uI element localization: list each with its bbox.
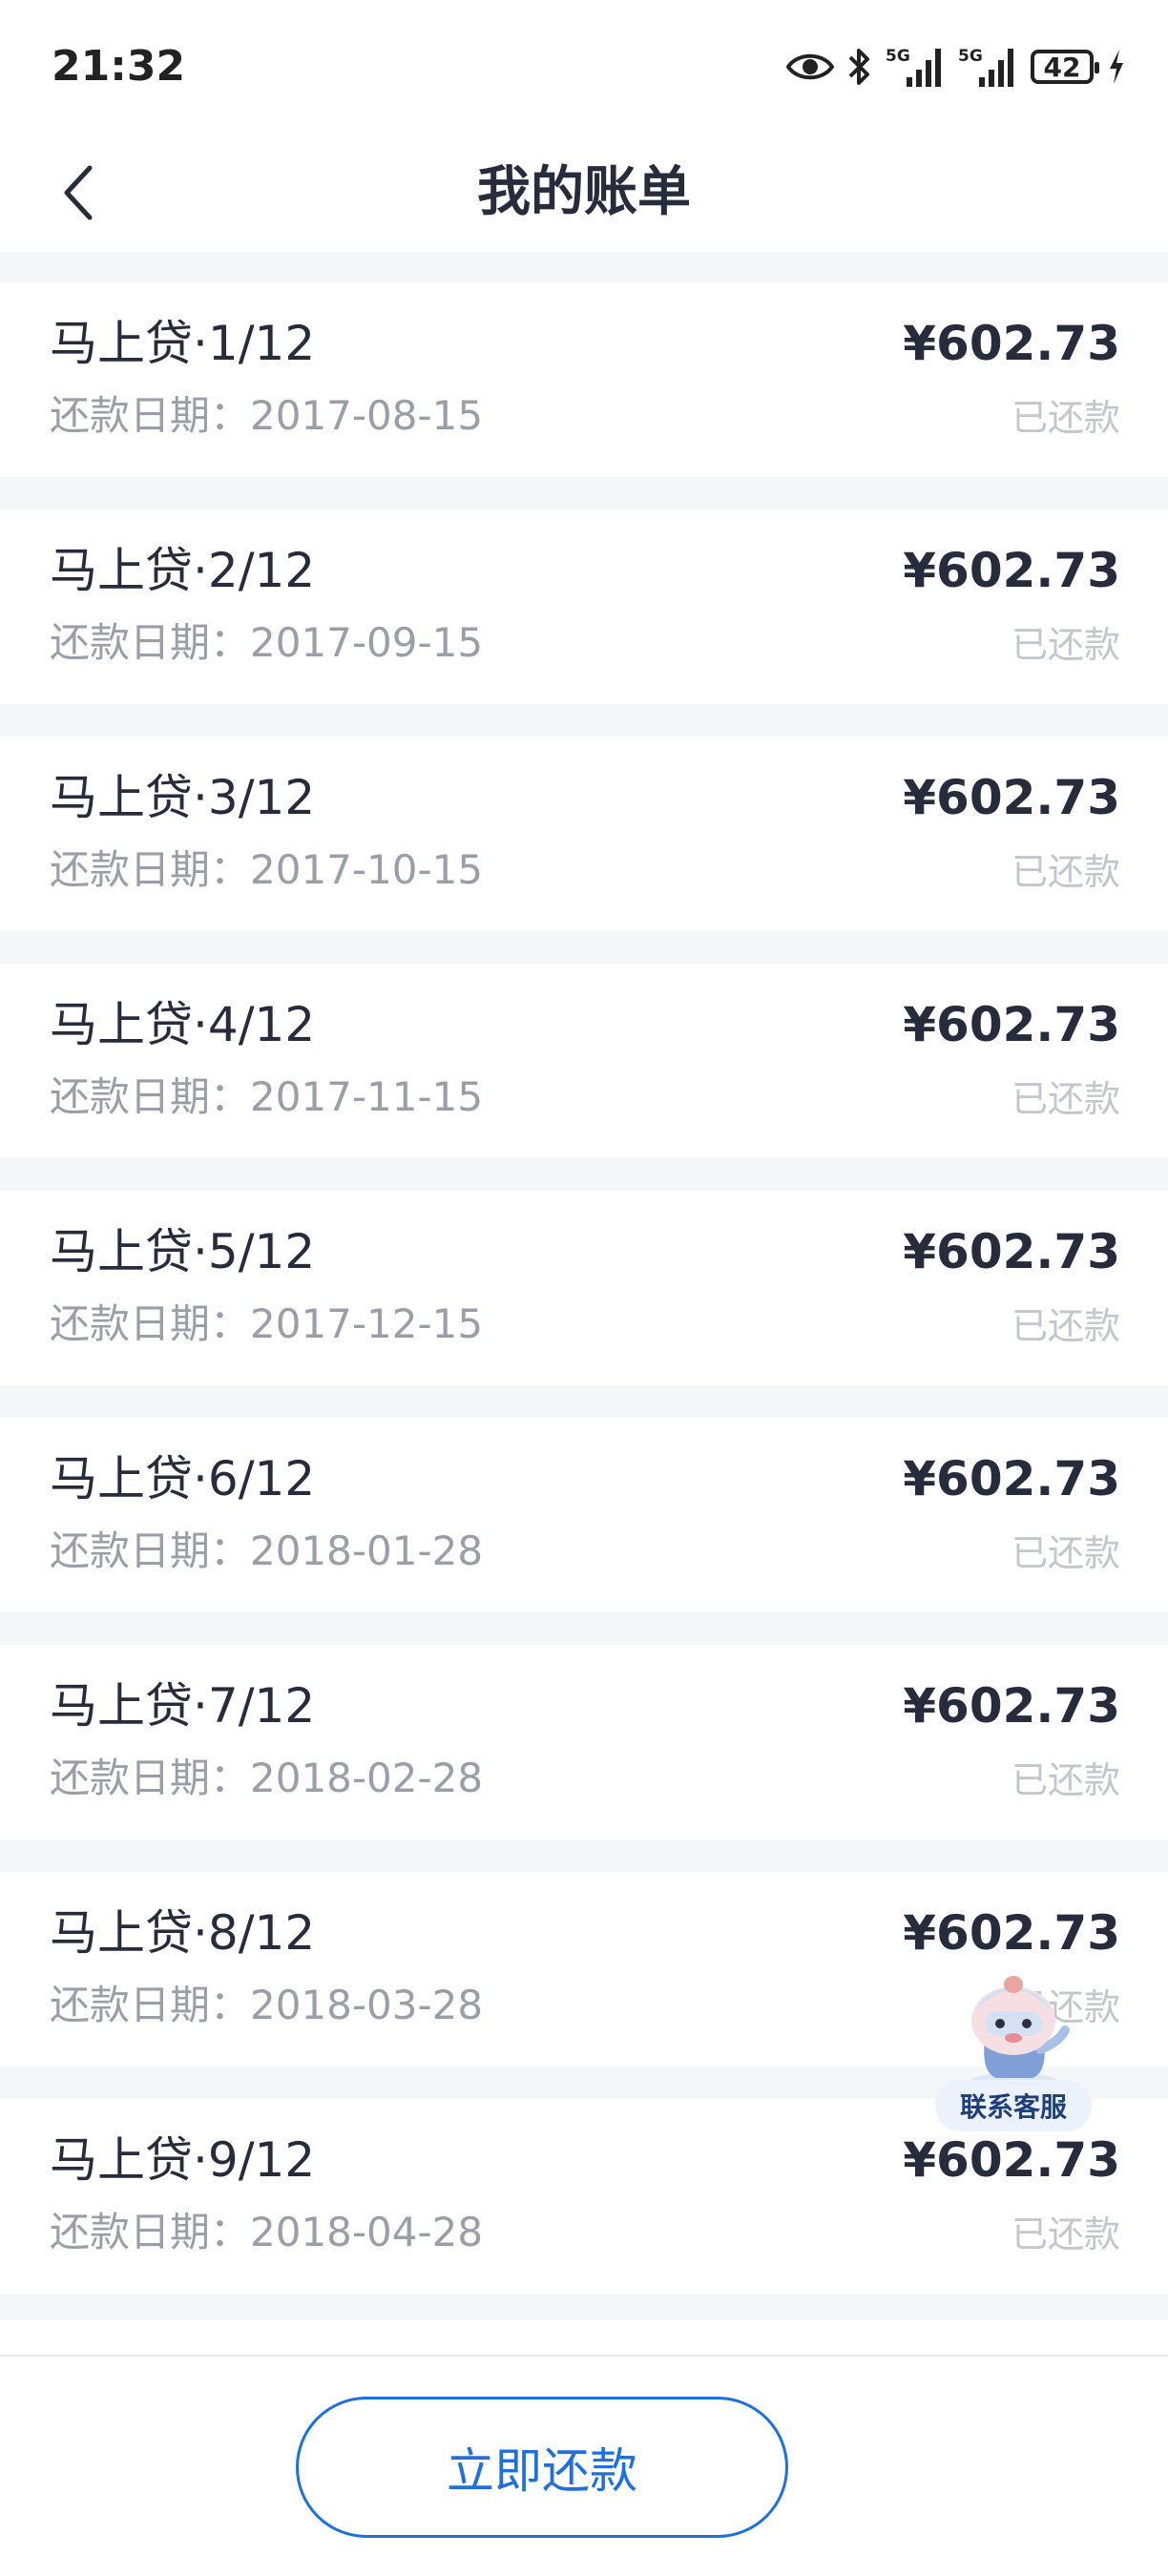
bill-amount: ¥602.73 [903, 1905, 1120, 1961]
bill-title: 马上贷·2/12 [50, 543, 316, 598]
bill-title: 马上贷·7/12 [50, 1678, 316, 1734]
bill-title: 马上贷·3/12 [50, 770, 316, 825]
customer-service-button[interactable]: 联系客服 [933, 1973, 1094, 2135]
bill-item[interactable]: 马上贷·3/12 还款日期：2017-10-15 ¥602.73 已还款 [0, 737, 1168, 931]
bill-status: 已还款 [1011, 851, 1120, 893]
5g-signal-icon: 5G [886, 47, 941, 87]
repay-now-button[interactable]: 立即还款 [296, 2397, 788, 2538]
bill-status: 已还款 [1011, 2213, 1120, 2255]
page-title: 我的账单 [477, 161, 691, 223]
bill-item[interactable]: 马上贷·7/12 还款日期：2018-02-28 ¥602.73 已还款 [0, 1645, 1168, 1839]
bill-title: 马上贷·8/12 [50, 1905, 316, 1961]
bill-status: 已还款 [1011, 624, 1120, 666]
bill-status: 已还款 [1011, 1078, 1120, 1120]
bill-date: 还款日期：2018-03-28 [50, 1982, 484, 2028]
bill-date: 还款日期：2018-02-28 [50, 1755, 484, 1801]
battery-icon: 42 [1031, 50, 1099, 84]
bluetooth-icon [848, 49, 869, 85]
chevron-left-icon [64, 165, 93, 220]
charging-icon [1110, 50, 1123, 84]
bill-date: 还款日期：2017-11-15 [50, 1073, 484, 1120]
bill-status: 已还款 [1011, 1305, 1120, 1347]
bill-amount: ¥602.73 [903, 1451, 1120, 1506]
bill-title: 马上贷·9/12 [50, 2132, 316, 2188]
bill-title: 马上贷·6/12 [50, 1451, 316, 1506]
bill-date: 还款日期：2018-04-28 [50, 2209, 484, 2255]
bill-item[interactable]: 马上贷·4/12 还款日期：2017-11-15 ¥602.73 已还款 [0, 964, 1168, 1158]
svg-text:5G: 5G [958, 47, 983, 66]
bill-amount: ¥602.73 [903, 316, 1120, 371]
bill-item-partial [0, 2320, 1168, 2355]
bill-status: 已还款 [1011, 397, 1120, 439]
5g-signal-icon: 5G [958, 47, 1013, 87]
bill-amount: ¥602.73 [903, 543, 1120, 598]
bill-amount: ¥602.73 [903, 1678, 1120, 1734]
nav-bar: 我的账单 [0, 134, 1168, 252]
bill-title: 马上贷·4/12 [50, 997, 316, 1052]
bill-date: 还款日期：2018-01-28 [50, 1527, 484, 1574]
eye-icon [786, 53, 834, 80]
bill-item[interactable]: 马上贷·5/12 还款日期：2017-12-15 ¥602.73 已还款 [0, 1191, 1168, 1385]
bill-status: 已还款 [1011, 1532, 1120, 1574]
bill-item[interactable]: 马上贷·2/12 还款日期：2017-09-15 ¥602.73 已还款 [0, 509, 1168, 704]
bill-status: 已还款 [1011, 1759, 1120, 1801]
bill-date: 还款日期：2017-10-15 [50, 846, 484, 893]
bill-amount: ¥602.73 [903, 1224, 1120, 1279]
bill-date: 还款日期：2017-08-15 [50, 392, 484, 439]
status-bar: 21:32 5G 5G 42 [0, 0, 1168, 134]
footer-bar: 立即还款 [0, 2355, 1168, 2576]
bill-date: 还款日期：2017-09-15 [50, 619, 484, 666]
status-time: 21:32 [52, 42, 186, 91]
svg-text:5G: 5G [886, 47, 910, 66]
bill-title: 马上贷·1/12 [50, 316, 316, 371]
bill-item[interactable]: 马上贷·1/12 还款日期：2017-08-15 ¥602.73 已还款 [0, 282, 1168, 477]
bill-title: 马上贷·5/12 [50, 1224, 316, 1279]
bill-item[interactable]: 马上贷·6/12 还款日期：2018-01-28 ¥602.73 已还款 [0, 1418, 1168, 1612]
bill-amount: ¥602.73 [903, 770, 1120, 825]
back-button[interactable] [59, 153, 136, 233]
mascot-icon [971, 1976, 1070, 2087]
bill-amount: ¥602.73 [903, 2132, 1120, 2188]
bill-date: 还款日期：2017-12-15 [50, 1300, 484, 1347]
status-icons: 5G 5G 42 [786, 42, 1126, 92]
bill-amount: ¥602.73 [903, 997, 1120, 1052]
customer-service-label: 联系客服 [935, 2080, 1092, 2131]
battery-level: 42 [1043, 51, 1081, 83]
